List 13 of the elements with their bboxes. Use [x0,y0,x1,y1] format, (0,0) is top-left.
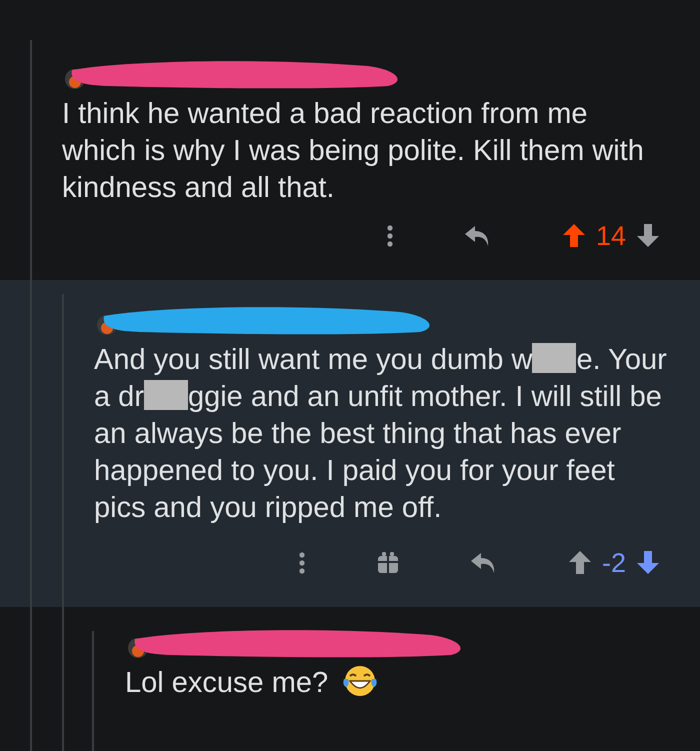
more-icon[interactable] [298,550,306,575]
comment-text: I think he wanted a bad reaction from me which is why I was being polite. Kill them with kindness and all that. [62,97,645,206]
upvote-icon[interactable] [568,550,592,576]
downvote-icon[interactable] [636,550,660,576]
more-icon[interactable] [386,224,394,248]
gift-icon[interactable] [376,550,400,575]
vote-score: 14 [596,220,626,252]
laughing-emoji-icon [342,665,378,697]
downvote-icon[interactable] [636,223,660,248]
upvote-icon[interactable] [562,223,586,248]
comment-text: And you still want me you dumb w e. Your a dr ggie and an unfit mother. I will still be an always be the best thing that has ever happened to you. I paid you for your feet pics and you ripped me off. [94,342,668,526]
comment-text: Lol excuse me? [125,665,665,702]
vote-score: -2 [602,546,626,580]
